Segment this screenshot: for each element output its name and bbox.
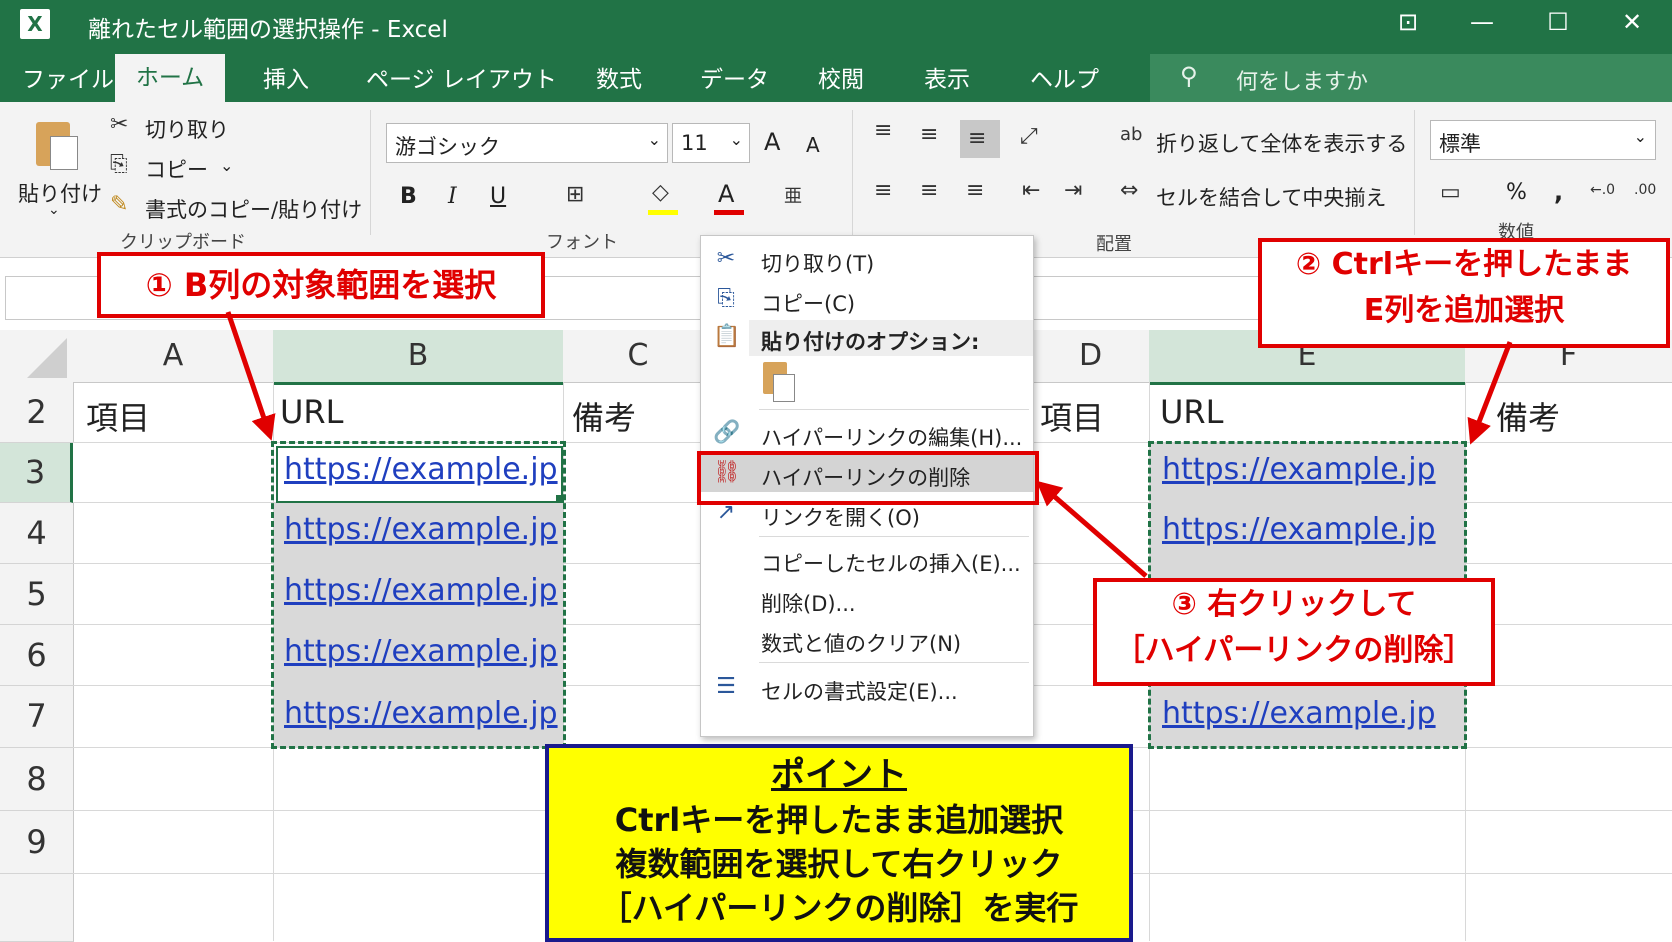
arrow-step1 (225, 311, 276, 441)
point-line3: ［ハイパーリンクの削除］を実行 (599, 889, 1079, 927)
point-line1: Ctrlキーを押したまま追加選択 (614, 801, 1064, 839)
arrow-step2 (1467, 341, 1513, 445)
arrow-step3 (1036, 480, 1148, 578)
point-box: ポイント Ctrlキーを押したまま追加選択 複数範囲を選択して右クリック ［ハイ… (545, 744, 1133, 942)
point-line2: 複数範囲を選択して右クリック (615, 845, 1063, 883)
point-title: ポイント (771, 755, 907, 795)
